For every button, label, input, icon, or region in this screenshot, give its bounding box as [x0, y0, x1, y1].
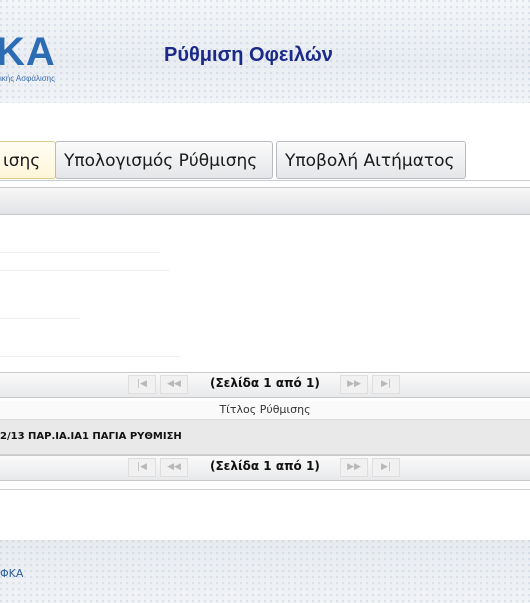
last-page-icon[interactable]: ▶|: [372, 458, 400, 477]
divider: [0, 270, 170, 271]
logo-subtitle: ικής Ασφάλισης: [0, 74, 55, 83]
divider: [0, 489, 530, 490]
last-page-icon[interactable]: ▶|: [372, 375, 400, 394]
tab-divider: [0, 180, 530, 181]
next-page-icon[interactable]: ▶▶: [340, 375, 368, 394]
first-page-icon[interactable]: |◀: [128, 375, 156, 394]
pager-bottom: |◀ ◀◀ (Σελίδα 1 από 1) ▶▶ ▶|: [0, 455, 530, 481]
divider: [0, 356, 180, 357]
prev-page-icon[interactable]: ◀◀: [160, 375, 188, 394]
tab-label: Υποβολή Αιτήματος: [285, 151, 455, 171]
divider: [0, 252, 160, 253]
next-page-icon[interactable]: ▶▶: [340, 458, 368, 477]
first-page-icon[interactable]: |◀: [128, 458, 156, 477]
page-footer: ΦΚΑ: [0, 540, 530, 603]
tab-active[interactable]: ισης: [0, 141, 56, 179]
page-title: Ρύθμιση Οφειλών: [164, 44, 333, 66]
section-toolbar: [0, 187, 530, 215]
footer-link[interactable]: ΦΚΑ: [0, 567, 23, 580]
divider: [0, 318, 80, 319]
table-row[interactable]: 2/13 ΠΑΡ.ΙΑ.ΙΑ1 ΠΑΓΙΑ ΡΥΘΜΙΣΗ: [0, 420, 530, 455]
page-indicator: (Σελίδα 1 από 1): [210, 376, 320, 390]
row-title: 2/13 ΠΑΡ.ΙΑ.ΙΑ1 ΠΑΓΙΑ ΡΥΘΜΙΣΗ: [0, 431, 182, 442]
prev-page-icon[interactable]: ◀◀: [160, 458, 188, 477]
column-header[interactable]: Τίτλος Ρύθμισης: [0, 401, 530, 420]
page-indicator: (Σελίδα 1 από 1): [210, 459, 320, 473]
tab-submission[interactable]: Υποβολή Αιτήματος: [276, 141, 466, 179]
tab-label: ισης: [3, 151, 41, 171]
pager-top: |◀ ◀◀ (Σελίδα 1 από 1) ▶▶ ▶|: [0, 372, 530, 398]
logo: ΚΑ: [0, 30, 56, 74]
tab-calculation[interactable]: Υπολογισμός Ρύθμισης: [55, 141, 273, 179]
page-header: ΚΑ ικής Ασφάλισης Ρύθμιση Οφειλών: [0, 0, 530, 103]
tab-label: Υπολογισμός Ρύθμισης: [64, 151, 258, 171]
